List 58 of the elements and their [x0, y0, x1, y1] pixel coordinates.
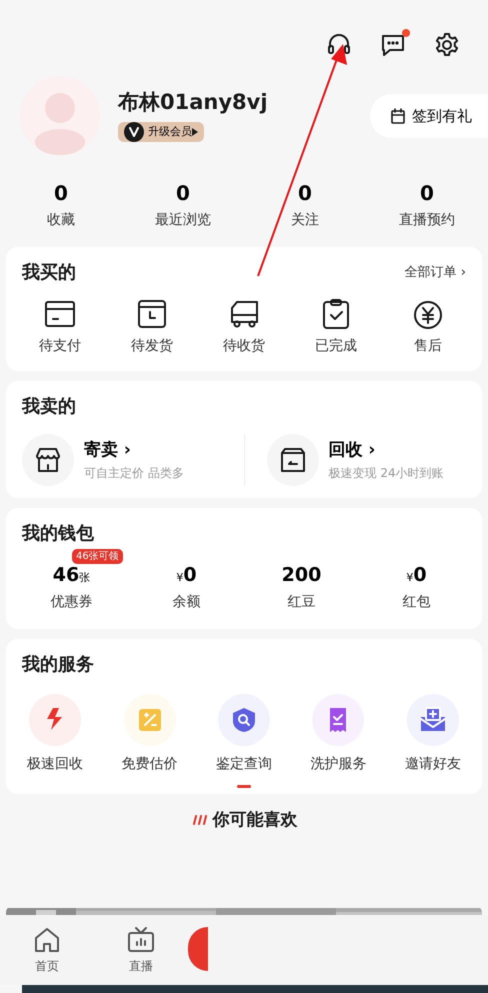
wallet-item-button[interactable]: ¥0 红包	[359, 549, 474, 612]
order-status-button[interactable]: 已完成	[290, 298, 382, 357]
section-title: 我的钱包	[22, 522, 95, 546]
service-button[interactable]: 免费估价	[102, 694, 197, 774]
wallet-value: 46	[52, 563, 80, 588]
service-button[interactable]: 洗护服务	[291, 694, 386, 774]
tv-icon	[126, 925, 156, 955]
card-icon	[44, 298, 76, 330]
member-upgrade-button[interactable]: 升级会员	[118, 122, 204, 142]
order-status-button[interactable]: 待收货	[198, 298, 290, 357]
stat-button[interactable]: 0 最近浏览	[122, 178, 244, 231]
wallet-value: 0	[183, 563, 197, 588]
username: 布林01any8vj	[118, 88, 269, 116]
checkin-button[interactable]: 签到有礼	[370, 94, 488, 138]
unit-label: 张	[79, 570, 90, 586]
option-title: 寄卖 ›	[84, 439, 132, 462]
stat-button[interactable]: 0 关注	[244, 178, 366, 231]
section-title: 我的服务	[22, 652, 95, 676]
service-button[interactable]: 邀请好友	[386, 694, 480, 774]
center-tab-icon[interactable]	[188, 927, 208, 971]
slash-icon	[190, 815, 206, 826]
v-icon	[128, 126, 140, 138]
truck-icon	[228, 298, 260, 330]
currency-symbol: ¥	[406, 570, 414, 586]
currency-symbol: ¥	[176, 570, 184, 586]
wallet-item-button[interactable]: 46张可领 46张 优惠券	[14, 549, 129, 612]
wallet-value: 200	[282, 563, 322, 588]
stat-button[interactable]: 0 收藏	[0, 178, 122, 231]
order-status-button[interactable]: 待支付	[14, 298, 106, 357]
wallet-item-button[interactable]: ¥0 余额	[129, 549, 244, 612]
option-subtitle: 极速变现 24小时到账	[328, 464, 444, 482]
page-indicator	[237, 784, 251, 788]
order-status-button[interactable]: 售后	[382, 298, 474, 357]
box-icon	[136, 298, 168, 330]
chat-icon	[380, 32, 406, 58]
coupon-badge: 46张可领	[72, 549, 123, 564]
service-button[interactable]: 极速回收	[8, 694, 102, 774]
stat-button[interactable]: 0 直播预约	[366, 178, 488, 231]
home-icon	[32, 925, 62, 955]
service-button[interactable]: 鉴定查询	[196, 694, 292, 774]
sell-option-button[interactable]: 回收 › 极速变现 24小时到账	[266, 434, 466, 486]
section-title: 你可能喜欢	[212, 808, 298, 832]
option-title: 回收 ›	[328, 439, 376, 462]
order-status-button[interactable]: 待发货	[106, 298, 198, 357]
settings-icon	[434, 32, 460, 58]
wallet-item-button[interactable]: 200 红豆	[244, 549, 359, 612]
section-title: 我卖的	[22, 395, 77, 419]
calendar-icon	[390, 108, 406, 124]
nav-tab[interactable]: 直播	[94, 915, 188, 985]
wallet-value: 0	[413, 563, 427, 588]
section-title: 我买的	[22, 261, 76, 285]
clipboard-check-icon	[320, 298, 352, 330]
settings-button[interactable]	[434, 32, 460, 58]
caret-icon	[192, 128, 198, 136]
option-subtitle: 可自主定价 品类多	[84, 464, 184, 482]
nav-tab[interactable]: 首页	[0, 915, 94, 985]
all-orders-link[interactable]: 全部订单 ›	[404, 262, 466, 282]
sell-option-button[interactable]: 寄卖 › 可自主定价 品类多	[22, 434, 222, 486]
